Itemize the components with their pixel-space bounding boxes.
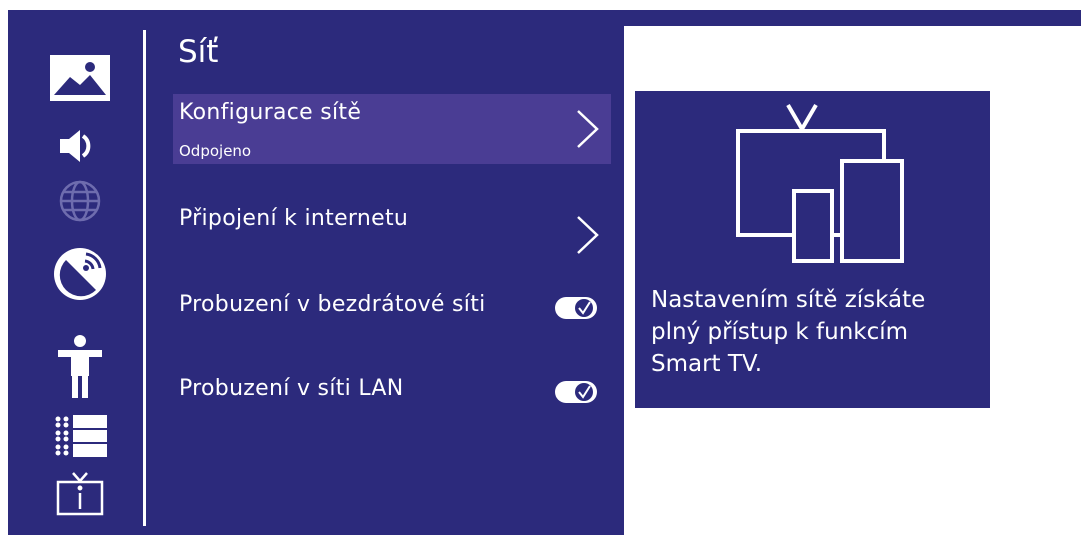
sidebar-divider xyxy=(143,30,146,526)
sound-icon[interactable] xyxy=(48,120,112,172)
tv-multiscreen-icon xyxy=(736,103,904,263)
info-box: Nastavením sítě získáte plný přístup k f… xyxy=(635,91,990,408)
toggle-switch-on[interactable] xyxy=(555,297,597,319)
menu-item-wake-on-wireless[interactable]: Probuzení v bezdrátové síti xyxy=(173,286,611,326)
list-settings-icon[interactable] xyxy=(48,410,112,462)
picture-icon[interactable] xyxy=(48,52,112,104)
toggle-switch-on[interactable] xyxy=(555,381,597,403)
info-description: Nastavením sítě získáte plný přístup k f… xyxy=(651,287,926,377)
settings-sidebar xyxy=(8,10,144,535)
menu-item-network-config[interactable]: Konfigurace sítě Odpojeno xyxy=(173,94,611,164)
menu-item-label: Konfigurace sítě xyxy=(179,100,362,125)
tv-info-icon[interactable] xyxy=(48,468,112,520)
menu-item-wake-on-lan[interactable]: Probuzení v síti LAN xyxy=(173,370,611,410)
page-title: Síť xyxy=(178,34,219,70)
chevron-right-icon xyxy=(577,216,599,254)
info-panel: Nastavením sítě získáte plný přístup k f… xyxy=(624,26,1081,535)
satellite-dish-icon[interactable] xyxy=(48,248,112,300)
chevron-right-icon xyxy=(577,110,599,148)
menu-item-label: Připojení k internetu xyxy=(179,206,409,231)
globe-icon[interactable] xyxy=(48,175,112,227)
menu-item-label: Probuzení v síti LAN xyxy=(179,376,404,401)
menu-item-label: Probuzení v bezdrátové síti xyxy=(179,292,486,317)
menu-item-status: Odpojeno xyxy=(179,142,252,160)
tv-settings-screen: Síť Konfigurace sítě Odpojeno Připojení … xyxy=(8,10,1081,535)
menu-item-internet-connection[interactable]: Připojení k internetu xyxy=(173,200,611,260)
accessibility-icon[interactable] xyxy=(48,332,112,402)
